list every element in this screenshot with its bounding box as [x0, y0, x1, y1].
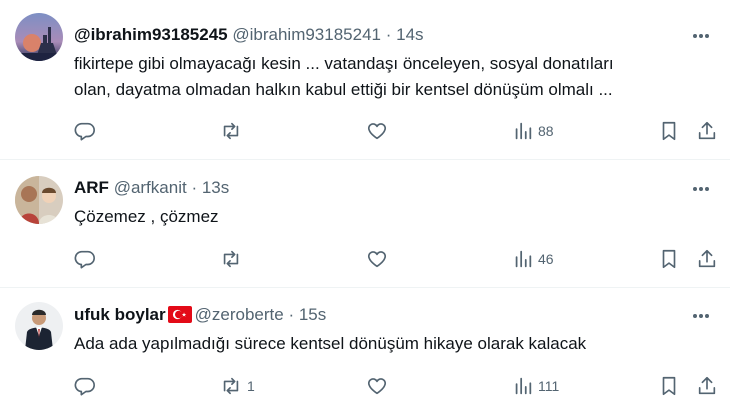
tweet-text: Ada ada yapılmadığı sürece kentsel dönüş… — [74, 331, 586, 357]
user-handle[interactable]: @arfkanit — [114, 178, 187, 197]
reply-button[interactable] — [74, 119, 96, 143]
reply-feed: @ibrahim93185245 @ibrahim93185241 · 14s … — [0, 0, 730, 420]
tweet[interactable]: @ibrahim93185245 @ibrahim93185241 · 14s … — [0, 0, 730, 160]
reply-icon — [74, 375, 96, 397]
retweet-button[interactable] — [219, 119, 247, 143]
display-name[interactable]: @ibrahim93185245 — [74, 25, 228, 44]
views-button[interactable]: 88 — [512, 119, 554, 143]
share-button[interactable] — [696, 119, 718, 143]
tweet-text-line: Çözemez , çözmez — [74, 207, 219, 226]
avatar[interactable] — [15, 13, 63, 61]
bookmark-icon — [658, 120, 680, 142]
turkey-flag-icon — [167, 306, 192, 328]
more-options-icon[interactable] — [686, 306, 716, 326]
tweet-actions: 88 — [74, 119, 724, 143]
tweet-text-line: fikirtepe gibi olmayacağı kesin ... vata… — [74, 54, 614, 73]
view-count: 46 — [538, 251, 554, 267]
tweet-header: ufuk boylar @zeroberte · 15s — [74, 305, 326, 328]
share-button[interactable] — [696, 374, 718, 398]
views-chart-icon — [512, 248, 534, 270]
separator: · — [191, 178, 198, 197]
retweet-icon — [219, 375, 243, 397]
retweet-icon — [219, 120, 243, 142]
view-count: 111 — [538, 378, 560, 394]
separator: · — [385, 25, 392, 44]
reply-button[interactable] — [74, 374, 96, 398]
share-button[interactable] — [696, 247, 718, 271]
reply-button[interactable] — [74, 247, 96, 271]
bookmark-button[interactable] — [658, 119, 680, 143]
timestamp[interactable]: 15s — [299, 305, 326, 324]
more-options-icon[interactable] — [686, 26, 716, 46]
more-options-icon[interactable] — [686, 179, 716, 199]
share-icon — [696, 248, 718, 270]
retweet-button[interactable] — [219, 247, 247, 271]
tweet-actions: 1 111 — [74, 374, 724, 398]
timestamp[interactable]: 14s — [396, 25, 423, 44]
like-icon — [366, 248, 388, 270]
bookmark-button[interactable] — [658, 374, 680, 398]
reply-icon — [74, 120, 96, 142]
avatar[interactable] — [15, 302, 63, 350]
user-handle[interactable]: @ibrahim93185241 — [232, 25, 381, 44]
views-button[interactable]: 46 — [512, 247, 554, 271]
avatar[interactable] — [15, 176, 63, 224]
tweet-text-line: Ada ada yapılmadığı sürece kentsel dönüş… — [74, 334, 587, 353]
like-button[interactable] — [366, 374, 388, 398]
timestamp[interactable]: 13s — [202, 178, 229, 197]
retweet-icon — [219, 248, 243, 270]
tweet-text-line: olan, dayatma olmadan halkın kabul ettiğ… — [74, 80, 613, 99]
view-count: 88 — [538, 123, 554, 139]
views-chart-icon — [512, 375, 534, 397]
bookmark-icon — [658, 248, 680, 270]
tweet-header: @ibrahim93185245 @ibrahim93185241 · 14s — [74, 25, 424, 45]
like-icon — [366, 120, 388, 142]
like-button[interactable] — [366, 119, 388, 143]
tweet-text: Çözemez , çözmez — [74, 204, 219, 230]
views-chart-icon — [512, 120, 534, 142]
bookmark-button[interactable] — [658, 247, 680, 271]
like-icon — [366, 375, 388, 397]
share-icon — [696, 375, 718, 397]
retweet-button[interactable]: 1 — [219, 374, 255, 398]
bookmark-icon — [658, 375, 680, 397]
retweet-count: 1 — [247, 378, 255, 394]
reply-icon — [74, 248, 96, 270]
tweet[interactable]: ufuk boylar @zeroberte · 15s Ada ada yapı… — [0, 288, 730, 420]
tweet[interactable]: ARF @arfkanit · 13s Çözemez , çözmez 46 — [0, 160, 730, 288]
user-handle[interactable]: @zeroberte — [195, 305, 284, 324]
tweet-text: fikirtepe gibi olmayacağı kesin ... vata… — [74, 51, 614, 103]
views-button[interactable]: 111 — [512, 374, 559, 398]
display-name[interactable]: ufuk boylar — [74, 305, 166, 324]
display-name[interactable]: ARF — [74, 178, 109, 197]
share-icon — [696, 120, 718, 142]
tweet-header: ARF @arfkanit · 13s — [74, 178, 229, 198]
separator: · — [288, 305, 295, 324]
like-button[interactable] — [366, 247, 388, 271]
tweet-actions: 46 — [74, 247, 724, 271]
